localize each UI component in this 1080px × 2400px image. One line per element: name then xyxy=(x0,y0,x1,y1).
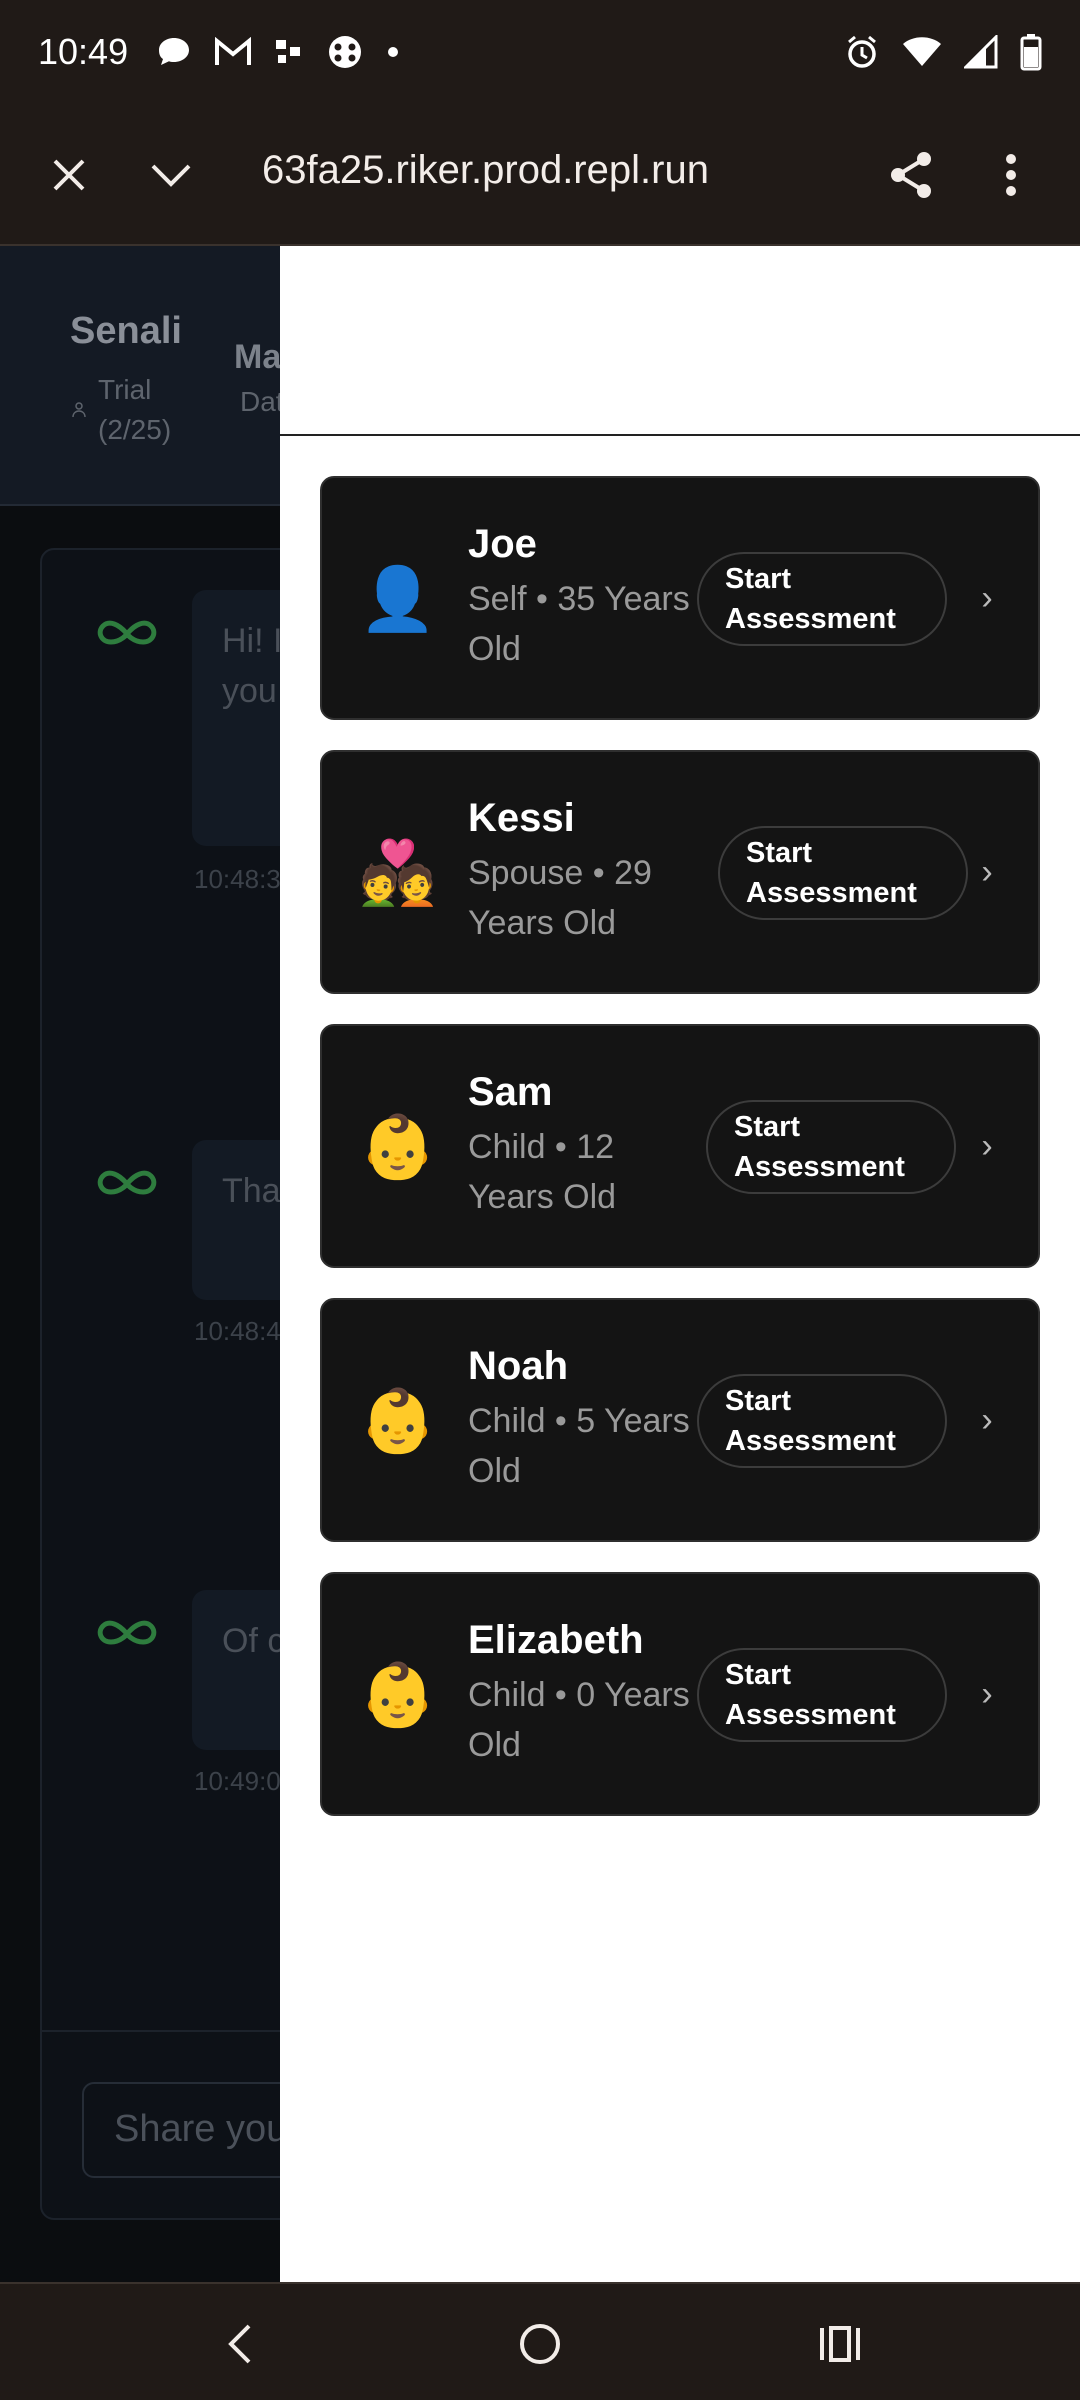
message-time: 10:48:4 xyxy=(194,1316,281,1346)
profile-card-elizabeth[interactable]: 👶 Elizabeth Child • 0 Years Old Start As… xyxy=(320,1572,1040,1816)
profile-subtitle: Child • 5 Years Old xyxy=(468,1402,690,1490)
start-assessment-button[interactable]: Start Assessment xyxy=(706,1100,956,1194)
chevron-down-icon xyxy=(151,164,191,187)
partial-header-text: Ma xyxy=(234,338,282,376)
trial-count: (2/25) xyxy=(98,414,172,445)
baby-icon: 👶 xyxy=(359,1661,437,1730)
user-small-icon xyxy=(72,402,86,423)
person-icon: 👤 xyxy=(359,565,437,634)
start-assessment-button[interactable]: Start Assessment xyxy=(718,826,968,920)
status-time: 10:49 xyxy=(38,31,129,72)
baby-icon: 👶 xyxy=(359,1387,437,1456)
drawer-header xyxy=(280,246,1080,436)
home-button[interactable] xyxy=(510,2314,570,2374)
baby-icon: 👶 xyxy=(359,1113,437,1182)
profile-card-kessi[interactable]: 💑 Kessi Spouse • 29 Years Old Start Asse… xyxy=(320,750,1040,994)
minimize-button[interactable] xyxy=(140,144,202,206)
profile-subtitle: Child • 0 Years Old xyxy=(468,1676,690,1764)
profile-name: Elizabeth xyxy=(468,1618,644,1662)
message-time: 10:48:3 xyxy=(194,864,281,894)
profile-name: Sam xyxy=(468,1070,553,1114)
profile-name: Noah xyxy=(468,1344,568,1388)
profile-name: Kessi xyxy=(468,796,575,840)
home-icon xyxy=(520,2324,560,2364)
recents-button[interactable] xyxy=(810,2314,870,2374)
infinity-icon xyxy=(97,620,157,645)
profile-name: Joe xyxy=(468,522,537,566)
url-text[interactable]: 63fa25.riker.prod.repl.run xyxy=(262,148,862,204)
start-assessment-button[interactable]: Start Assessment xyxy=(697,1374,947,1468)
user-name: Senali xyxy=(70,310,182,352)
infinity-icon xyxy=(97,1170,157,1195)
alarm-icon xyxy=(848,35,876,68)
message-time: 10:49:0 xyxy=(194,1766,281,1796)
start-assessment-button[interactable]: Start Assessment xyxy=(697,1648,947,1742)
signal-icon xyxy=(964,35,998,69)
system-navigation-bar xyxy=(0,2282,1080,2400)
app-notification-icon xyxy=(276,40,301,63)
status-bar: 10:49 xyxy=(0,0,1080,104)
notification-icons xyxy=(156,33,400,71)
chevron-right-icon[interactable]: › xyxy=(972,852,1002,892)
partial-sub-text: Dat xyxy=(240,386,284,417)
back-button[interactable] xyxy=(210,2314,270,2374)
back-icon xyxy=(228,2324,251,2364)
chat-icon xyxy=(159,38,190,65)
profile-card-noah[interactable]: 👶 Noah Child • 5 Years Old Start Assessm… xyxy=(320,1298,1040,1542)
more-options-button[interactable] xyxy=(980,144,1042,206)
profile-subtitle: Self • 35 Years Old xyxy=(468,580,690,668)
wifi-icon xyxy=(903,37,941,66)
trial-status: Trial (2/25) xyxy=(98,370,171,450)
share-icon xyxy=(891,152,931,198)
profile-subtitle: Child • 12 Years Old xyxy=(468,1128,617,1216)
chevron-right-icon[interactable]: › xyxy=(972,578,1002,618)
more-vert-icon xyxy=(1006,154,1016,196)
close-tab-button[interactable] xyxy=(38,144,100,206)
close-icon xyxy=(53,159,85,191)
gmail-icon xyxy=(215,37,252,65)
infinity-icon xyxy=(97,1620,157,1645)
couple-icon: 💑 xyxy=(359,839,437,908)
more-notifications-dot-icon xyxy=(388,47,399,57)
battery-icon xyxy=(1020,34,1042,71)
trial-label: Trial xyxy=(98,374,152,405)
system-icons xyxy=(844,33,1042,71)
profile-drawer: 👤 Joe Self • 35 Years Old Start Assessme… xyxy=(280,246,1080,2282)
browser-toolbar: 63fa25.riker.prod.repl.run xyxy=(0,104,1080,246)
share-button[interactable] xyxy=(880,144,942,206)
profile-card-sam[interactable]: 👶 Sam Child • 12 Years Old Start Assessm… xyxy=(320,1024,1040,1268)
game-icon xyxy=(329,36,362,68)
recents-icon xyxy=(820,2326,860,2362)
chevron-right-icon[interactable]: › xyxy=(972,1400,1002,1440)
profile-card-joe[interactable]: 👤 Joe Self • 35 Years Old Start Assessme… xyxy=(320,476,1040,720)
chevron-right-icon[interactable]: › xyxy=(972,1674,1002,1714)
start-assessment-button[interactable]: Start Assessment xyxy=(697,552,947,646)
profile-subtitle: Spouse • 29 Years Old xyxy=(468,854,652,942)
chevron-right-icon[interactable]: › xyxy=(972,1126,1002,1166)
